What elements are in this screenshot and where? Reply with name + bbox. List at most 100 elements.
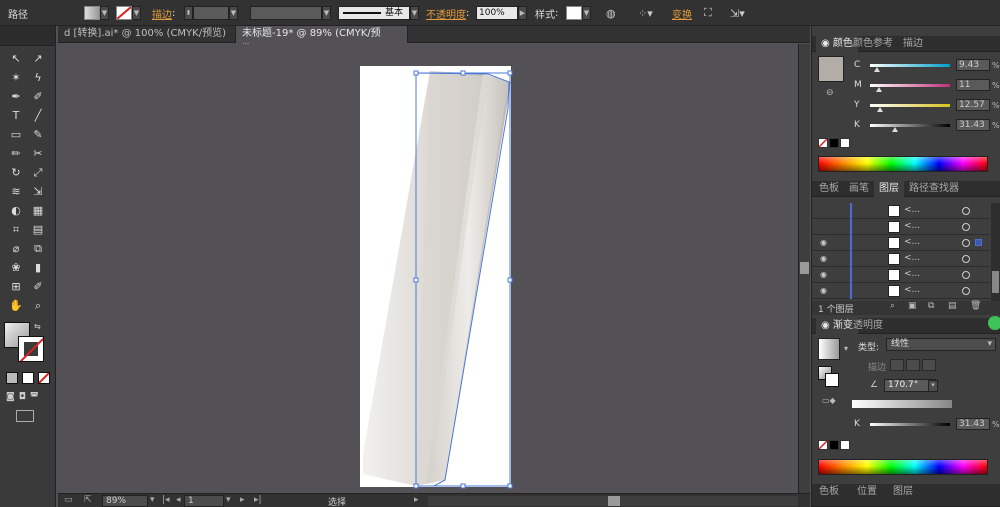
- color-mode-icon[interactable]: [6, 372, 18, 384]
- next-page-icon[interactable]: ▸: [240, 495, 245, 505]
- brush-definition-field[interactable]: 基本: [338, 6, 410, 20]
- target-circle-icon[interactable]: [962, 287, 970, 295]
- stroke-gradient-options[interactable]: [890, 359, 936, 371]
- draw-behind-icon[interactable]: ◘: [19, 392, 26, 402]
- stroke-color-control[interactable]: ▼: [116, 5, 141, 21]
- align-icon[interactable]: ⁘▾: [638, 5, 653, 21]
- quick-swatches[interactable]: [818, 138, 850, 148]
- gradient-type-select[interactable]: 线性 ▾: [886, 338, 996, 351]
- recolor-icon[interactable]: ◍: [606, 5, 616, 21]
- draw-inside-icon[interactable]: ◚: [30, 392, 39, 402]
- delete-layer-icon[interactable]: 🗑: [970, 301, 981, 311]
- style-dropdown[interactable]: ▼: [582, 6, 591, 20]
- gradient-preview[interactable]: [818, 338, 840, 360]
- curvature-icon[interactable]: ✐: [28, 88, 48, 105]
- fill-stroke-widget[interactable]: ⇆: [4, 322, 46, 364]
- stroke-box[interactable]: [18, 336, 44, 362]
- draw-normal-icon[interactable]: ◙: [6, 392, 15, 402]
- vertical-scroll-thumb[interactable]: [800, 262, 809, 274]
- tab-document-1[interactable]: d [转换].ai* @ 100% (CMYK/预览): [58, 26, 236, 43]
- tab-bottom-position[interactable]: 位置: [852, 484, 882, 500]
- shape-builder-icon[interactable]: ◐: [6, 202, 26, 219]
- none-mode-icon[interactable]: [38, 372, 50, 384]
- first-page-icon[interactable]: |◂: [162, 495, 170, 505]
- tab-bottom-layers[interactable]: 图层: [888, 484, 918, 500]
- horizontal-scroll-thumb[interactable]: [608, 496, 620, 506]
- visibility-eye-icon[interactable]: ◉: [820, 286, 830, 296]
- pen-icon[interactable]: ✒: [6, 88, 26, 105]
- channel-slider-knob[interactable]: [877, 106, 884, 112]
- zoom-icon[interactable]: ⌕: [28, 297, 48, 314]
- vertical-scrollbar[interactable]: [798, 44, 810, 493]
- width-icon[interactable]: ≋: [6, 183, 26, 200]
- gradient-slider[interactable]: [852, 400, 952, 408]
- layer-row[interactable]: ◉ <...: [812, 283, 990, 299]
- visibility-eye-icon[interactable]: ◉: [820, 254, 830, 264]
- type-icon[interactable]: T: [6, 107, 26, 124]
- rectangle-icon[interactable]: ▭: [6, 126, 26, 143]
- stroke-none-swatch[interactable]: [116, 6, 132, 20]
- none-swatch[interactable]: [818, 138, 828, 148]
- page-field[interactable]: 1: [184, 495, 224, 507]
- gradient-none-swatch[interactable]: [818, 440, 828, 450]
- tools-panel-grip[interactable]: [0, 26, 55, 46]
- eyedropper-icon[interactable]: ⌀: [6, 240, 26, 257]
- swap-fill-stroke-icon[interactable]: ⇆: [34, 322, 41, 331]
- channel-slider-knob[interactable]: [891, 126, 898, 132]
- gradient-k-slider[interactable]: [870, 422, 950, 426]
- tab-layers[interactable]: 图层: [874, 181, 904, 197]
- locate-object-icon[interactable]: ⌕: [890, 301, 895, 311]
- stroke-link[interactable]: 描边: [152, 6, 172, 21]
- target-circle-icon[interactable]: [962, 271, 970, 279]
- slice-icon[interactable]: ✐: [28, 278, 48, 295]
- channel-slider-knob[interactable]: [875, 86, 882, 92]
- opacity-field[interactable]: 100%: [476, 6, 518, 20]
- stroke-weight-stepper[interactable]: ⬍: [184, 6, 193, 20]
- target-circle-icon[interactable]: [962, 239, 970, 247]
- opacity-dropdown[interactable]: ▶: [518, 6, 527, 20]
- canvas-area[interactable]: [58, 44, 810, 493]
- selection-indicator[interactable]: [975, 239, 982, 246]
- direct-selection-tool-icon[interactable]: ↗: [28, 50, 48, 67]
- artboard-icon[interactable]: ⊞: [6, 278, 26, 295]
- tab-color-guide[interactable]: 颜色参考: [848, 36, 898, 52]
- tab-swatches[interactable]: 色板: [814, 181, 844, 197]
- layer-row[interactable]: <...: [812, 219, 990, 235]
- magic-wand-icon[interactable]: ✶: [6, 69, 26, 86]
- visibility-eye-icon[interactable]: ◉: [820, 270, 830, 280]
- zoom-field[interactable]: 89%: [102, 495, 148, 507]
- gradient-black-swatch[interactable]: [829, 440, 839, 450]
- gradient-stop-icon[interactable]: ▭◆: [822, 396, 836, 405]
- scale-icon[interactable]: ⤢: [28, 164, 48, 181]
- gradient-icon[interactable]: ▤: [28, 221, 48, 238]
- visibility-eye-icon[interactable]: ◉: [820, 238, 830, 248]
- stroke-weight-dropdown[interactable]: ▼: [229, 6, 238, 20]
- stroke-dropdown[interactable]: ▼: [132, 6, 141, 20]
- rotate-icon[interactable]: ↻: [6, 164, 26, 181]
- scissors-icon[interactable]: ✂: [28, 145, 48, 162]
- new-layer-icon[interactable]: ▤: [948, 301, 957, 311]
- target-circle-icon[interactable]: [962, 223, 970, 231]
- channel-slider[interactable]: [870, 63, 950, 72]
- layer-row[interactable]: <...: [812, 203, 990, 219]
- paintbrush-icon[interactable]: ✎: [28, 126, 48, 143]
- pencil-icon[interactable]: ✏: [6, 145, 26, 162]
- screen-mode-icon[interactable]: [16, 410, 34, 422]
- gradient-preview-dropdown[interactable]: ▾: [844, 344, 848, 353]
- share-icon[interactable]: ⇱: [84, 495, 92, 505]
- tab-transparency[interactable]: 透明度: [848, 318, 888, 334]
- gradient-k-field[interactable]: 31.43: [956, 418, 990, 430]
- channel-slider[interactable]: [870, 83, 950, 92]
- symbol-sprayer-icon[interactable]: ❀: [6, 259, 26, 276]
- tab-brushes[interactable]: 画笔: [844, 181, 874, 197]
- brush-dropdown[interactable]: ▼: [410, 6, 419, 20]
- status-menu-icon[interactable]: ▸: [414, 495, 419, 505]
- gradient-mode-icon[interactable]: [22, 372, 34, 384]
- channel-value-field[interactable]: 9.43: [956, 59, 990, 71]
- channel-value-field[interactable]: 12.57: [956, 99, 990, 111]
- fill-swatch[interactable]: [84, 6, 100, 20]
- black-swatch[interactable]: [829, 138, 839, 148]
- transform-link[interactable]: 变换: [672, 6, 692, 21]
- channel-slider[interactable]: [870, 103, 950, 112]
- layer-row[interactable]: ◉ <...: [812, 235, 990, 251]
